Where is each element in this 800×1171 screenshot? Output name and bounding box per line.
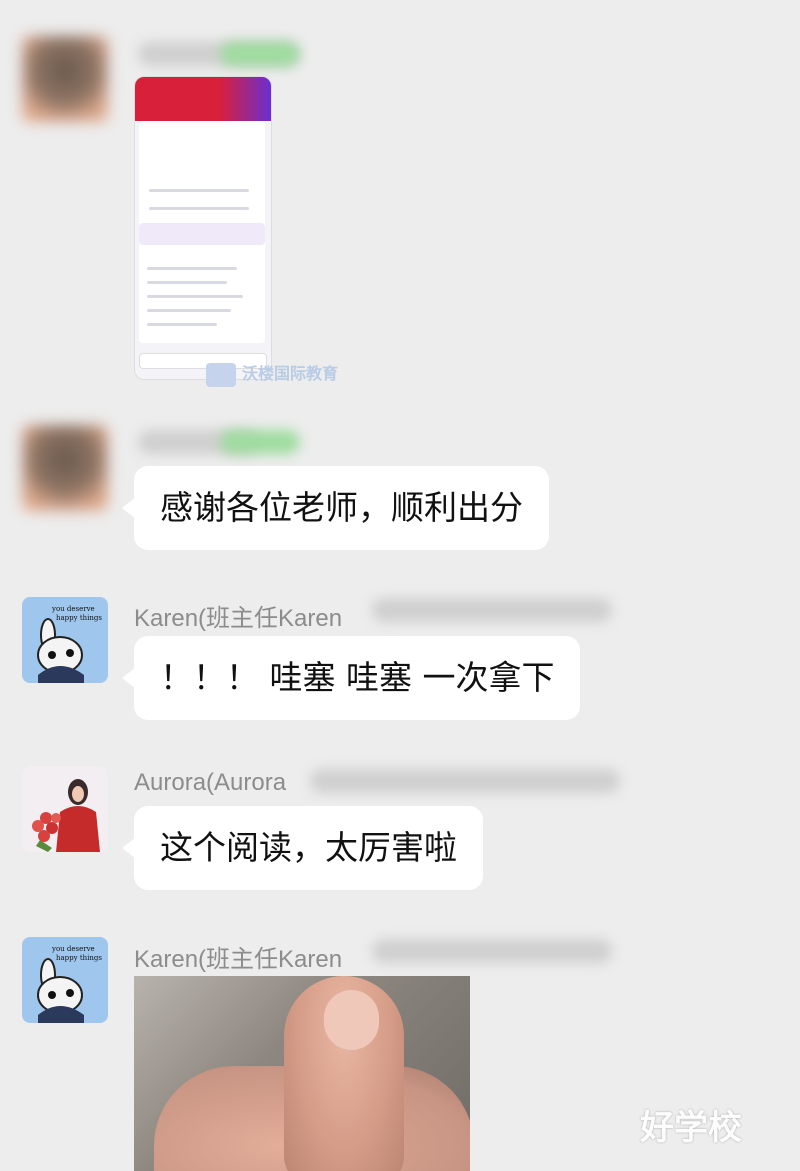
center-watermark: 沃楼国际教育 (206, 360, 338, 387)
sender-name: Karen(班主任Karen (134, 946, 343, 973)
avatar[interactable] (22, 766, 108, 852)
app-header-bar (135, 77, 271, 121)
avatar[interactable]: you deserve happy things (22, 937, 108, 1023)
sender-tag-blurred (220, 42, 300, 66)
sender-name: Aurora(Aurora (134, 769, 287, 796)
thumbs-up-photo[interactable] (134, 976, 470, 1171)
message-bubble[interactable]: 这个阅读，太厉害啦 (122, 806, 483, 890)
message-bubble[interactable]: ！！！ 哇塞 哇塞 一次拿下 (121, 636, 581, 720)
svg-text:you deserve: you deserve (51, 945, 95, 953)
svg-text:happy things: happy things (56, 614, 102, 622)
svg-text:happy things: happy things (56, 954, 102, 962)
sender-name: Karen(班主任Karen (134, 605, 343, 632)
message-bubble[interactable]: 感谢各位老师，顺利出分 (122, 466, 549, 550)
score-row (149, 189, 249, 192)
detail-row (147, 295, 243, 298)
sender-tail-blurred (310, 769, 620, 793)
svg-text:you deserve: you deserve (51, 605, 95, 613)
avatar[interactable] (22, 36, 108, 122)
detail-row (147, 309, 231, 312)
score-row (149, 207, 249, 210)
sender-tail-blurred (372, 939, 612, 963)
detail-row (147, 323, 217, 326)
detail-row (147, 267, 237, 270)
shared-screenshot-image[interactable] (134, 76, 272, 380)
sender-tail-blurred (372, 598, 612, 622)
avatar[interactable] (22, 425, 108, 511)
promo-banner (139, 223, 265, 245)
detail-row (147, 281, 227, 284)
corner-watermark: 好学校 (640, 1108, 742, 1148)
thumbnail-nail (324, 990, 379, 1050)
sender-tag-blurred (220, 430, 300, 454)
avatar[interactable]: you deserve happy things (22, 597, 108, 683)
